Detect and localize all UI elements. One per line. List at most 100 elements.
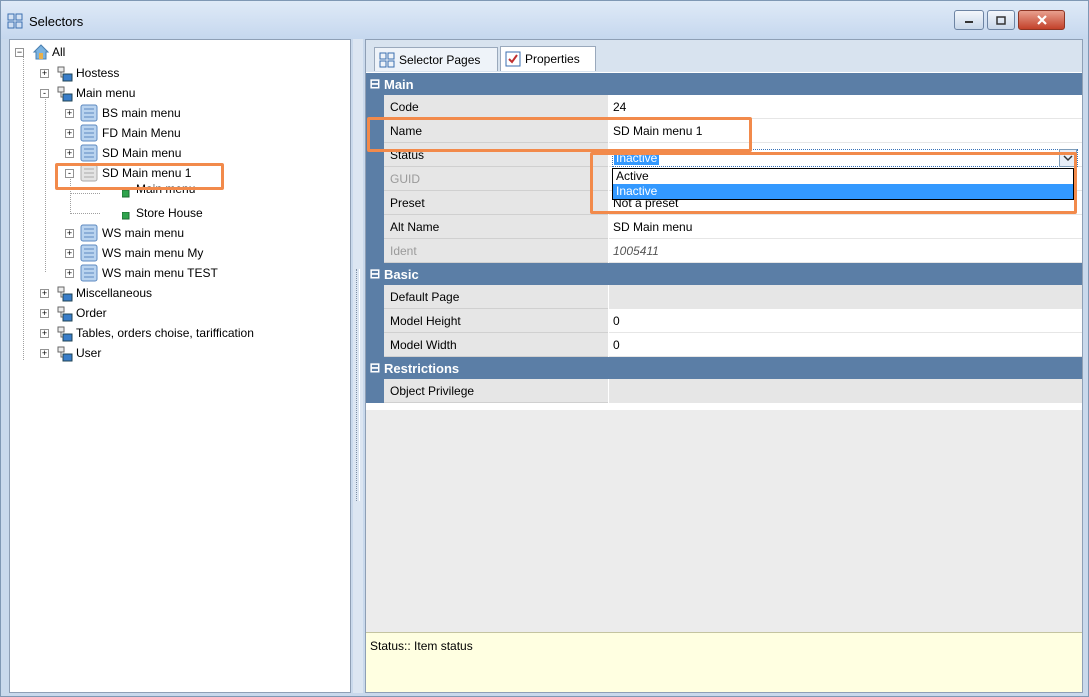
row-gutter <box>366 191 384 215</box>
tree-label: BS main menu <box>102 106 181 120</box>
tree-label: WS main menu My <box>102 246 204 260</box>
close-icon <box>1036 15 1047 25</box>
category-label: Basic <box>384 266 419 282</box>
property-row-object-privilege[interactable]: Object Privilege <box>366 379 1082 403</box>
tab-properties[interactable]: Properties <box>500 46 596 71</box>
collapse-icon[interactable]: ⊟ <box>366 76 384 92</box>
tab-selector-pages[interactable]: Selector Pages <box>374 47 498 71</box>
selector-pages-icon <box>379 52 395 67</box>
window-title: Selectors <box>29 14 84 29</box>
folder-icon <box>57 86 73 102</box>
category-label: Restrictions <box>384 360 460 376</box>
property-name: Model Height <box>384 309 608 333</box>
property-value: 1005411 <box>609 239 1082 263</box>
close-button[interactable] <box>1018 10 1065 30</box>
collapse-icon[interactable]: ⊟ <box>366 266 384 282</box>
folder-icon <box>57 286 73 302</box>
menu-folder-icon <box>80 244 98 262</box>
menu-folder-icon <box>80 224 98 242</box>
category-main[interactable]: ⊟ Main <box>366 73 1082 95</box>
expand-expander[interactable]: + <box>40 309 49 318</box>
collapse-expander[interactable]: − <box>15 48 24 57</box>
pane-splitter[interactable] <box>353 39 363 693</box>
highlight-name-row <box>367 117 752 152</box>
title-bar[interactable]: Selectors <box>1 1 1088 39</box>
property-name: Alt Name <box>384 215 608 239</box>
property-value[interactable] <box>609 285 1082 309</box>
property-value[interactable]: 0 <box>609 309 1082 333</box>
tree-label: WS main menu TEST <box>102 266 218 280</box>
row-gutter <box>366 309 384 333</box>
folder-icon <box>57 326 73 342</box>
property-value[interactable]: 0 <box>609 333 1082 357</box>
menu-folder-icon <box>80 144 98 162</box>
grid-empty-area <box>366 410 1082 632</box>
property-name: Default Page <box>384 285 608 309</box>
folder-icon <box>57 346 73 362</box>
highlight-tree-node <box>55 163 224 190</box>
help-panel: Status:: Item status <box>366 632 1082 692</box>
minimize-button[interactable] <box>954 10 984 30</box>
property-value[interactable]: SD Main menu <box>609 215 1082 239</box>
folder-icon <box>57 66 73 82</box>
expand-expander[interactable]: + <box>65 269 74 278</box>
property-value[interactable]: 24 <box>609 95 1082 119</box>
tree-label: Tables, orders choise, tariffication <box>76 326 254 340</box>
highlight-status-dropdown <box>590 152 1077 214</box>
row-gutter <box>366 379 384 403</box>
property-row-model-height[interactable]: Model Height 0 <box>366 309 1082 333</box>
tree-label: Hostess <box>76 66 120 80</box>
splitter-grip[interactable] <box>356 269 360 501</box>
category-basic[interactable]: ⊟ Basic <box>366 263 1082 285</box>
expand-expander[interactable]: + <box>65 249 74 258</box>
expand-expander[interactable]: + <box>65 129 74 138</box>
selectors-window: Selectors − All + Hostess - Main menu + … <box>0 0 1089 697</box>
expand-expander[interactable]: + <box>65 109 74 118</box>
expand-expander[interactable]: + <box>65 229 74 238</box>
property-name: Model Width <box>384 333 608 357</box>
property-row-code[interactable]: Code 24 <box>366 95 1082 119</box>
collapse-expander[interactable]: - <box>40 89 49 98</box>
row-gutter <box>366 215 384 239</box>
tab-label: Properties <box>525 52 580 66</box>
menu-folder-icon <box>80 124 98 142</box>
tree-label: WS main menu <box>102 226 185 240</box>
tab-label: Selector Pages <box>399 52 481 67</box>
maximize-icon <box>996 15 1006 25</box>
collapse-icon[interactable]: ⊟ <box>366 360 384 376</box>
tree-label: All <box>52 45 66 59</box>
tree-label: FD Main Menu <box>102 126 181 140</box>
property-row-alt-name[interactable]: Alt Name SD Main menu <box>366 215 1082 239</box>
property-row-default-page[interactable]: Default Page <box>366 285 1082 309</box>
property-name: Code <box>384 95 608 119</box>
leaf-icon <box>122 212 130 220</box>
row-gutter <box>366 239 384 263</box>
expand-expander[interactable]: + <box>40 329 49 338</box>
home-icon <box>32 44 50 60</box>
selector-tree[interactable]: − All + Hostess - Main menu + BS main me… <box>9 39 351 693</box>
tree-label: Store House <box>136 206 203 220</box>
expand-expander[interactable]: + <box>40 69 49 78</box>
properties-icon <box>505 51 521 67</box>
expand-expander[interactable]: + <box>40 289 49 298</box>
row-gutter <box>366 333 384 357</box>
help-text: Status:: Item status <box>370 639 473 653</box>
tree-label: Main menu <box>76 86 136 100</box>
property-name: Ident <box>384 239 608 263</box>
category-restrictions[interactable]: ⊟ Restrictions <box>366 357 1082 379</box>
menu-folder-icon <box>80 104 98 122</box>
leaf-icon <box>122 190 130 198</box>
property-row-ident[interactable]: Ident 1005411 <box>366 239 1082 263</box>
menu-folder-icon <box>80 264 98 282</box>
tree-line <box>70 193 100 194</box>
tree-label: Order <box>76 306 107 320</box>
expand-expander[interactable]: + <box>65 149 74 158</box>
property-name: Preset <box>384 191 608 215</box>
tree-label: SD Main menu <box>102 146 182 160</box>
selectors-icon <box>7 13 23 29</box>
expand-expander[interactable]: + <box>40 349 49 358</box>
property-value[interactable] <box>609 379 1082 403</box>
minimize-icon <box>965 21 973 23</box>
property-row-model-width[interactable]: Model Width 0 <box>366 333 1082 357</box>
maximize-button[interactable] <box>987 10 1015 30</box>
